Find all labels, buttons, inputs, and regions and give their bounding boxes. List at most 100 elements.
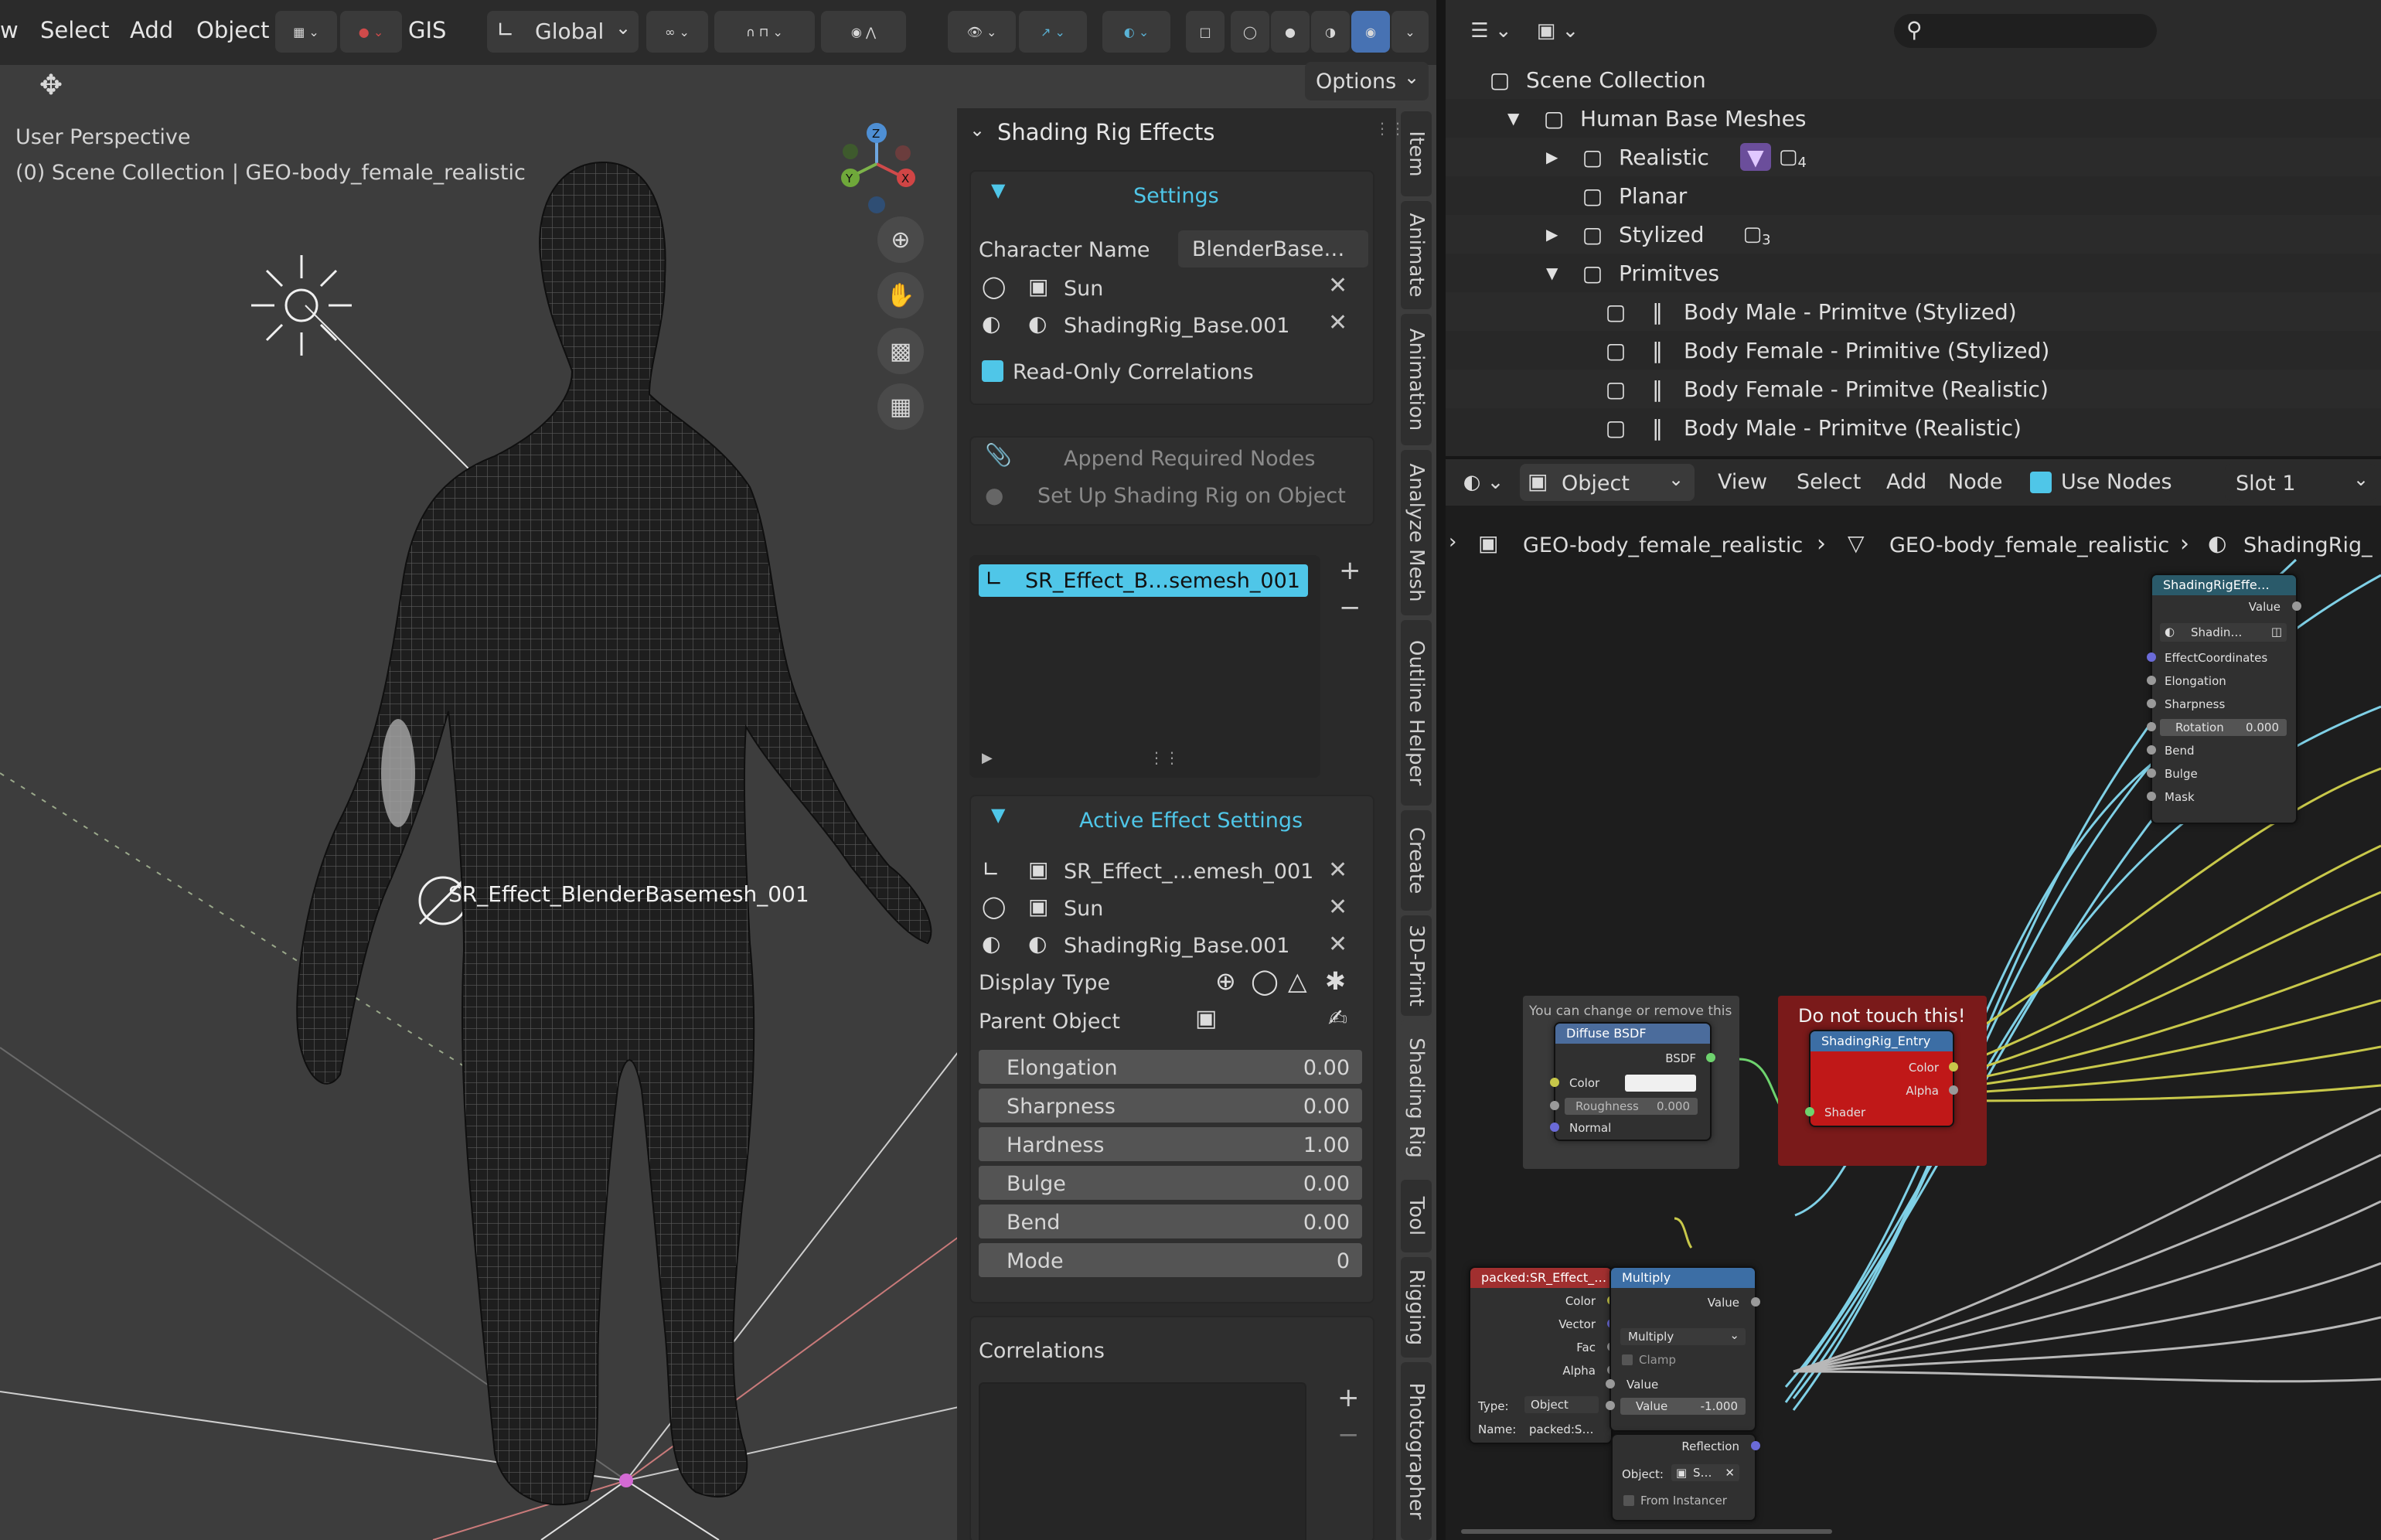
- slider-bend[interactable]: Bend 0.00: [979, 1204, 1362, 1238]
- shading-material-button[interactable]: ◑: [1311, 11, 1350, 53]
- menu-view[interactable]: View: [1718, 470, 1767, 494]
- pivot-dropdown[interactable]: ∞ ⌄: [646, 11, 708, 53]
- options-dropdown[interactable]: Options ⌄: [1305, 62, 1429, 101]
- shading-wireframe-button[interactable]: ◯: [1231, 11, 1269, 53]
- breadcrumb-object[interactable]: GEO-body_female_realistic: [1523, 533, 1803, 557]
- input-socket[interactable]: [2147, 699, 2156, 708]
- breadcrumb-mesh[interactable]: GEO-body_female_realistic: [1889, 533, 2169, 557]
- gizmo-dropdown[interactable]: ↗ ⌄: [1019, 11, 1087, 53]
- panel-title[interactable]: Shading Rig Effects: [997, 119, 1214, 145]
- display-axes-icon[interactable]: ✱: [1325, 966, 1346, 996]
- shading-options-dropdown[interactable]: ⌄: [1391, 11, 1429, 53]
- gis-icon-dropdown[interactable]: ● ⌄: [340, 11, 402, 53]
- node-multiply[interactable]: Multiply Value Multiply ⌄ Clamp Value Va…: [1606, 1266, 1760, 1432]
- readonly-checkbox[interactable]: [982, 360, 1003, 382]
- slider-bulge[interactable]: Bulge 0.00: [979, 1166, 1362, 1200]
- tree-row-human-base-meshes[interactable]: ▼ ▢ Human Base Meshes: [1446, 99, 2381, 138]
- input-socket[interactable]: [1606, 1379, 1615, 1388]
- slot-dropdown[interactable]: Slot 1 ⌄: [2225, 464, 2376, 501]
- navigation-gizmo[interactable]: Z X Y: [835, 116, 928, 224]
- active-sun-field[interactable]: Sun: [1064, 897, 1103, 921]
- output-socket[interactable]: [2292, 601, 2301, 611]
- effect-list-item[interactable]: ∟ SR_Effect_B…semesh_001: [979, 564, 1308, 597]
- tree-row-body-female-realistic[interactable]: ▢ ‖ Body Female - Primitve (Realistic): [1446, 370, 2381, 408]
- node-shadingrig-effect-group[interactable]: ShadingRigEffe… Value ◐ Shadin… ◫ Effect…: [2147, 574, 2301, 824]
- menu-select[interactable]: Select: [1797, 470, 1861, 494]
- tab-3d-print[interactable]: 3D-Print: [1401, 915, 1432, 1016]
- tab-analyze-mesh[interactable]: Analyze Mesh: [1401, 450, 1432, 615]
- expand-arrow-icon[interactable]: ▼: [1507, 109, 1538, 128]
- 3d-viewport[interactable]: w Select Add Object ▦ ⌄ ● ⌄ GIS ∟ Global…: [0, 0, 1436, 1540]
- slider-sharpness[interactable]: Sharpness 0.00: [979, 1089, 1362, 1123]
- list-resize-icon[interactable]: ⋮⋮: [1149, 748, 1180, 767]
- roughness-field[interactable]: Roughness 0.000: [1565, 1098, 1698, 1115]
- input-socket[interactable]: [1606, 1401, 1615, 1410]
- input-socket[interactable]: [2147, 652, 2156, 662]
- append-nodes-button[interactable]: Append Required Nodes: [1064, 447, 1315, 471]
- clear-sun-icon[interactable]: ✕: [1328, 894, 1347, 921]
- menu-add[interactable]: Add: [1886, 470, 1926, 494]
- snap-mode-dropdown[interactable]: ▦ ⌄: [275, 11, 337, 53]
- output-socket[interactable]: [1949, 1062, 1958, 1072]
- operation-dropdown[interactable]: Multiply ⌄: [1620, 1328, 1746, 1345]
- parent-object-field[interactable]: ▣: [1195, 1005, 1217, 1032]
- horizontal-scrollbar[interactable]: [1461, 1529, 1832, 1534]
- eyedropper-icon[interactable]: ✍: [1328, 1005, 1347, 1032]
- active-effect-field[interactable]: SR_Effect_…emesh_001: [1064, 860, 1313, 884]
- tree-row-stylized[interactable]: ▶ ▢ Stylized ▢ 3: [1446, 215, 2381, 254]
- use-nodes-checkbox[interactable]: [2030, 472, 2052, 493]
- output-socket[interactable]: [1706, 1053, 1715, 1062]
- menu-select[interactable]: Select: [40, 17, 109, 43]
- setup-shading-rig-button[interactable]: Set Up Shading Rig on Object: [1037, 484, 1346, 508]
- display-cone-icon[interactable]: △: [1288, 966, 1307, 996]
- xray-toggle[interactable]: □: [1186, 11, 1225, 53]
- visibility-dropdown[interactable]: 👁 ⌄: [948, 11, 1016, 53]
- expand-triangle-icon[interactable]: ▼: [991, 179, 1005, 201]
- type-dropdown[interactable]: Object: [1524, 1396, 1599, 1413]
- area-divider-vertical[interactable]: [1436, 0, 1446, 1540]
- outliner-search-input[interactable]: ⚲: [1894, 14, 2157, 48]
- tab-outline-helper[interactable]: Outline Helper: [1401, 620, 1432, 806]
- from-instancer-checkbox[interactable]: [1623, 1495, 1634, 1506]
- add-correlation-icon[interactable]: +: [1337, 1382, 1360, 1413]
- correlations-list[interactable]: [979, 1382, 1306, 1540]
- editor-type-dropdown[interactable]: ◐ ⌄: [1455, 465, 1512, 499]
- collapse-chevron-icon[interactable]: ⌄: [969, 119, 985, 141]
- menu-view[interactable]: w: [0, 17, 19, 43]
- tab-tool[interactable]: Tool: [1401, 1180, 1432, 1252]
- active-effect-heading[interactable]: Active Effect Settings: [1079, 809, 1303, 833]
- tree-row-body-male-realistic[interactable]: ▢ ‖ Body Male - Primitve (Realistic): [1446, 408, 2381, 447]
- input-socket[interactable]: [2147, 745, 2156, 755]
- area-divider-horizontal[interactable]: [1446, 456, 2381, 459]
- tab-shading-rig[interactable]: Shading Rig: [1401, 1020, 1432, 1175]
- output-socket[interactable]: [1949, 1085, 1958, 1095]
- display-mode-dropdown[interactable]: ☰ ⌄: [1464, 14, 1518, 48]
- clear-shading-base-icon[interactable]: ✕: [1328, 309, 1347, 336]
- tree-row-planar[interactable]: ▢ Planar: [1446, 176, 2381, 215]
- node-shadingrig-entry[interactable]: ShadingRig_Entry Color Alpha Shader: [1805, 1030, 1958, 1127]
- menu-node[interactable]: Node: [1948, 470, 2002, 494]
- clear-effect-icon[interactable]: ✕: [1328, 857, 1347, 884]
- expand-arrow-icon[interactable]: ▶: [1546, 148, 1577, 166]
- character-name-field[interactable]: BlenderBase…: [1178, 230, 1368, 267]
- shading-rendered-button[interactable]: ◉: [1351, 11, 1390, 53]
- effect-list[interactable]: ∟ SR_Effect_B…semesh_001 ▶ ⋮⋮: [969, 555, 1320, 778]
- remove-effect-icon[interactable]: −: [1339, 592, 1361, 623]
- shader-type-dropdown[interactable]: ▣ Object ⌄: [1520, 464, 1695, 501]
- tree-row-body-male-stylized[interactable]: ▢ ‖ Body Male - Primitve (Stylized): [1446, 292, 2381, 331]
- expand-triangle-icon[interactable]: ▼: [991, 804, 1005, 826]
- expand-arrow-icon[interactable]: ▼: [1546, 264, 1577, 282]
- frame-locked[interactable]: Do not touch this! ShadingRig_Entry Colo…: [1778, 996, 1987, 1166]
- tab-animation[interactable]: Animation: [1401, 314, 1432, 445]
- breadcrumb-material[interactable]: ShadingRig_: [2243, 533, 2372, 557]
- shading-base-field[interactable]: ShadingRig_Base.001: [1064, 314, 1289, 338]
- slider-hardness[interactable]: Hardness 1.00: [979, 1127, 1362, 1161]
- transform-orientation-dropdown[interactable]: ∟ Global ⌄: [487, 11, 639, 53]
- active-shading-base-field[interactable]: ShadingRig_Base.001: [1064, 934, 1289, 958]
- input-socket[interactable]: [1550, 1123, 1559, 1132]
- filter-dropdown[interactable]: ▣ ⌄: [1531, 14, 1585, 48]
- menu-gis[interactable]: GIS: [408, 17, 446, 43]
- display-sphere-icon[interactable]: ⊕: [1215, 966, 1236, 996]
- slider-elongation[interactable]: Elongation 0.00: [979, 1050, 1362, 1084]
- remove-correlation-icon[interactable]: −: [1337, 1419, 1360, 1450]
